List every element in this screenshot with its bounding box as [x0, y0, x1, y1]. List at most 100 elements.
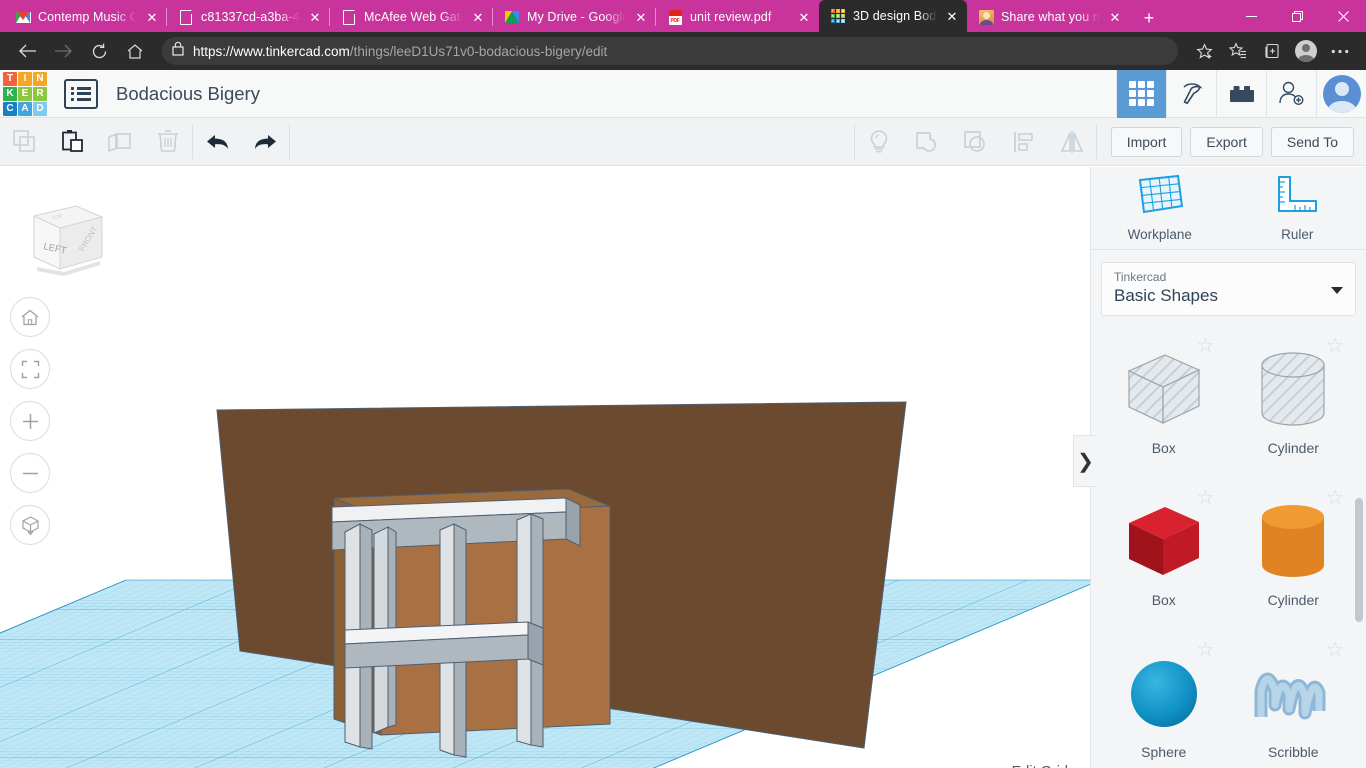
duplicate-button[interactable]: [96, 118, 144, 165]
profile-icon[interactable]: [1290, 36, 1322, 66]
favorite-star-icon[interactable]: ☆: [1197, 488, 1215, 508]
tinkercad-toolbar: Import Export Send To: [0, 118, 1366, 166]
workplane-label: Workplane: [1127, 227, 1192, 242]
shape-item-box-red[interactable]: ☆ Box: [1099, 482, 1229, 634]
ruler-tool[interactable]: Ruler: [1229, 167, 1366, 249]
shape-label: Cylinder: [1267, 592, 1319, 608]
invite-person-icon[interactable]: [1266, 69, 1316, 118]
shape-label: Box: [1151, 592, 1176, 608]
3d-scene[interactable]: [0, 167, 1090, 768]
tab-close-button[interactable]: ✕: [633, 9, 649, 25]
shape-panel-scrollbar[interactable]: [1355, 498, 1363, 622]
gallery-grid-icon[interactable]: [1116, 69, 1166, 118]
home-view-button[interactable]: [10, 297, 50, 337]
tab-close-button[interactable]: ✕: [796, 9, 812, 25]
shape-item-cylinder-orange[interactable]: ☆ Cylinder: [1229, 482, 1359, 634]
edit-grid-button[interactable]: Edit Grid: [1001, 758, 1078, 768]
view-cube[interactable]: LEFT FRONT TOP: [14, 189, 106, 281]
chevron-down-icon: [1331, 287, 1343, 294]
browser-tab[interactable]: PDF unit review.pdf ✕: [656, 2, 819, 32]
browser-tab-active[interactable]: TINKERCAD 3D design Bodacio ✕: [819, 0, 967, 32]
browser-tab[interactable]: c81337cd-a3ba-44 ✕: [167, 2, 330, 32]
favorite-star-icon[interactable]: [1188, 36, 1220, 66]
page-title[interactable]: Bodacious Bigery: [116, 83, 260, 105]
tab-close-button[interactable]: ✕: [944, 8, 960, 24]
header-icon-group: [1116, 69, 1366, 118]
logo-tile-a: A: [18, 101, 32, 116]
favorite-star-icon[interactable]: ☆: [1326, 640, 1344, 660]
group-shapes-icon[interactable]: [903, 118, 951, 165]
import-button[interactable]: Import: [1110, 126, 1183, 157]
minimize-button[interactable]: [1228, 0, 1274, 32]
url-input[interactable]: https://www.tinkercad.com/things/leeD1Us…: [162, 37, 1178, 65]
browser-tab[interactable]: My Drive - Google ✕: [493, 2, 656, 32]
brick-icon[interactable]: [1216, 69, 1266, 118]
fit-to-view-button[interactable]: [10, 349, 50, 389]
favorite-star-icon[interactable]: ☆: [1326, 488, 1344, 508]
favorite-star-icon[interactable]: ☆: [1197, 336, 1215, 356]
tab-title: Share what you m: [1001, 10, 1100, 24]
browser-tab[interactable]: Contemp Music G ✕: [4, 2, 167, 32]
send-to-button[interactable]: Send To: [1270, 126, 1354, 157]
browser-tab[interactable]: Share what you m ✕: [967, 2, 1130, 32]
hatched-cylinder-icon: [1253, 344, 1333, 436]
shape-library-select[interactable]: Tinkercad Basic Shapes: [1101, 262, 1356, 316]
paste-button[interactable]: [48, 118, 96, 165]
shape-item-box-hole[interactable]: ☆ Box: [1099, 330, 1229, 482]
logo-tile-n: N: [33, 71, 47, 86]
document-icon: [178, 9, 194, 25]
url-text: https://www.tinkercad.com/things/leeD1Us…: [193, 43, 608, 59]
shape-label: Box: [1151, 440, 1176, 456]
export-button[interactable]: Export: [1190, 126, 1263, 157]
trash-icon[interactable]: [144, 118, 192, 165]
new-tab-button[interactable]: +: [1134, 4, 1164, 32]
restore-button[interactable]: [1274, 0, 1320, 32]
favorite-star-icon[interactable]: ☆: [1197, 640, 1215, 660]
tab-close-button[interactable]: ✕: [144, 9, 160, 25]
google-drive-icon: [504, 9, 520, 25]
3d-canvas[interactable]: LEFT FRONT TOP: [0, 167, 1090, 768]
redo-arrow-icon[interactable]: [241, 118, 289, 165]
back-button[interactable]: [10, 36, 44, 66]
undo-arrow-icon[interactable]: [193, 118, 241, 165]
collections-icon[interactable]: [1222, 36, 1254, 66]
shape-label: Cylinder: [1267, 440, 1319, 456]
favorite-star-icon[interactable]: ☆: [1326, 336, 1344, 356]
person-photo-icon: [978, 9, 994, 25]
avatar[interactable]: [1316, 69, 1366, 118]
orange-cylinder-icon: [1253, 496, 1333, 588]
mirror-icon[interactable]: [1048, 118, 1096, 165]
cube-perspective-icon[interactable]: [10, 505, 50, 545]
browser-essentials-icon[interactable]: [1256, 36, 1288, 66]
tab-close-button[interactable]: ✕: [1107, 9, 1123, 25]
reload-button[interactable]: [82, 36, 116, 66]
pickaxe-icon[interactable]: [1166, 69, 1216, 118]
align-icon[interactable]: [1000, 118, 1048, 165]
library-collection: Basic Shapes: [1114, 286, 1218, 305]
copy-button[interactable]: [0, 118, 48, 165]
zoom-out-button[interactable]: [10, 453, 50, 493]
shapes-panel: Workplane Ruler Tinkercad Basic Shapes ☆…: [1090, 167, 1366, 768]
toolbar-action-buttons: Import Export Send To: [1097, 118, 1366, 165]
list-menu-icon[interactable]: [64, 78, 98, 109]
shape-item-cylinder-hole[interactable]: ☆ Cylinder: [1229, 330, 1359, 482]
logo-tile-r: R: [33, 86, 47, 101]
home-button[interactable]: [118, 36, 152, 66]
browser-tab-strip: Contemp Music G ✕ c81337cd-a3ba-44 ✕ McA…: [0, 0, 1366, 32]
browser-tab[interactable]: McAfee Web Gate ✕: [330, 2, 493, 32]
tab-title: unit review.pdf: [690, 10, 772, 24]
shape-item-scribble[interactable]: ☆ Scribble: [1229, 634, 1359, 768]
settings-more-icon[interactable]: [1324, 36, 1356, 66]
tab-close-button[interactable]: ✕: [307, 9, 323, 25]
collapse-panel-button[interactable]: ❯: [1073, 435, 1097, 487]
shape-item-sphere[interactable]: ☆ Sphere: [1099, 634, 1229, 768]
close-window-button[interactable]: [1320, 0, 1366, 32]
lightbulb-icon[interactable]: [855, 118, 903, 165]
tinkercad-logo-icon[interactable]: TIN KER CAD: [2, 71, 48, 117]
workplane-tool[interactable]: Workplane: [1091, 167, 1229, 249]
tab-close-button[interactable]: ✕: [470, 9, 486, 25]
zoom-in-button[interactable]: [10, 401, 50, 441]
ungroup-shapes-icon[interactable]: [951, 118, 999, 165]
tab-title: My Drive - Google: [527, 10, 626, 24]
forward-button[interactable]: [46, 36, 80, 66]
